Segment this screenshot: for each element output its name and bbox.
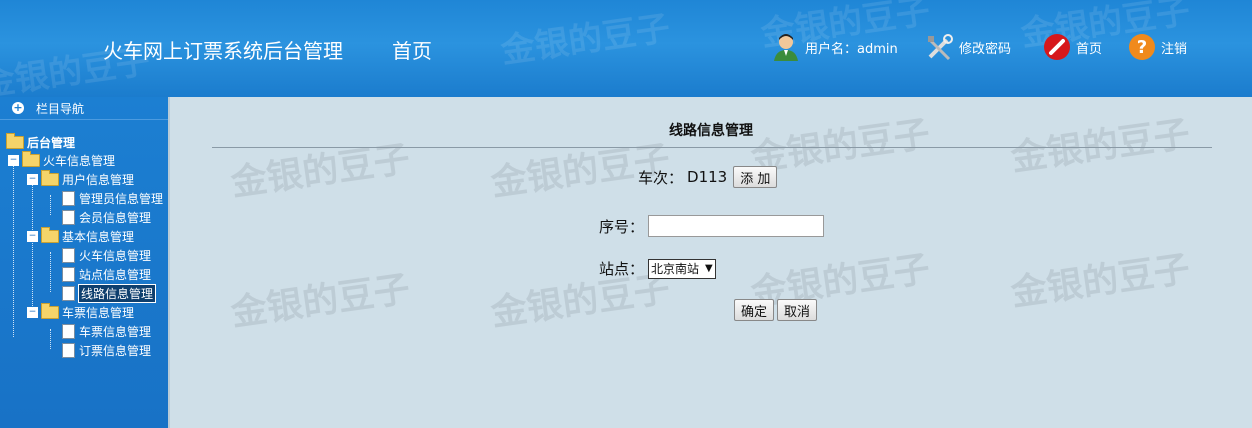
help-icon: ? — [1127, 32, 1157, 62]
add-button[interactable]: 添 加 — [733, 166, 778, 188]
home-button[interactable]: 首页 — [1042, 30, 1102, 64]
page-icon — [62, 323, 75, 339]
watermark: 金银的豆子 — [228, 268, 413, 335]
train-row: 车次： D113 添 加 — [638, 166, 778, 188]
collapse-icon: − — [27, 230, 38, 242]
plus-icon: + — [12, 101, 24, 114]
form-actions: 确定 取消 — [734, 299, 818, 321]
change-password-link[interactable]: 修改密码 — [925, 30, 1011, 64]
train-value: D113 — [687, 168, 728, 186]
tree-leaf-booking-info[interactable]: 订票信息管理 — [62, 341, 151, 359]
station-row: 站点： 北京南站 ▼ — [599, 258, 716, 279]
header: 金银的豆子 金银的豆子 金银的豆子 金银的豆子 火车网上订票系统后台管理 首页 … — [0, 0, 1252, 97]
user-info: 用户名：admin — [771, 30, 898, 64]
tree-leaf-train-info[interactable]: 火车信息管理 — [62, 246, 151, 264]
tree-node-user-info[interactable]: − 用户信息管理 — [27, 169, 134, 188]
folder-icon — [41, 302, 59, 319]
nav-home-link[interactable]: 首页 — [392, 35, 432, 64]
user-avatar-icon — [771, 32, 801, 62]
folder-icon — [41, 169, 59, 186]
tree-leaf-station-info[interactable]: 站点信息管理 — [62, 265, 151, 283]
tree-leaf-member-info[interactable]: 会员信息管理 — [62, 208, 151, 226]
watermark: 金银的豆子 — [1008, 248, 1193, 315]
svg-text:?: ? — [1137, 37, 1147, 58]
page-icon — [62, 190, 75, 206]
page-icon — [62, 247, 75, 263]
train-label: 车次： — [638, 168, 684, 187]
tree-root[interactable]: 后台管理 — [6, 132, 75, 151]
folder-icon — [41, 226, 59, 243]
page-title: 线路信息管理 — [669, 123, 753, 139]
collapse-icon: − — [27, 173, 38, 185]
cancel-button[interactable]: 取消 — [777, 299, 818, 321]
chevron-down-icon: ▼ — [705, 263, 713, 274]
tree-leaf-route-info[interactable]: 线路信息管理 — [62, 283, 157, 303]
app-title: 火车网上订票系统后台管理 — [103, 39, 343, 63]
sidebar-title: 栏目导航 — [36, 101, 85, 116]
station-selected-value: 北京南站 — [651, 262, 700, 276]
seq-input[interactable] — [648, 215, 825, 237]
page-icon — [62, 342, 75, 358]
confirm-button[interactable]: 确定 — [734, 299, 775, 321]
watermark: 金银的豆子 — [498, 8, 673, 72]
title-divider — [212, 147, 1212, 148]
seq-label: 序号： — [599, 217, 645, 236]
tools-icon — [925, 32, 955, 62]
collapse-icon: − — [27, 306, 38, 318]
station-select[interactable]: 北京南站 ▼ — [648, 258, 716, 279]
page-icon — [62, 285, 75, 301]
sidebar: + 栏目导航 后台管理 − 火车信息管理 − 用户信息管理 管理员信息管理 会员… — [0, 97, 170, 428]
home-button-label: 首页 — [1076, 41, 1103, 57]
tree-node-train-info[interactable]: − 火车信息管理 — [8, 150, 115, 169]
main-content: 金银的豆子 金银的豆子 金银的豆子 金银的豆子 金银的豆子 金银的豆子 金银的豆… — [170, 97, 1252, 428]
tree-node-ticket-info[interactable]: − 车票信息管理 — [27, 302, 134, 321]
change-password-label: 修改密码 — [959, 41, 1012, 57]
tree-node-basic-info[interactable]: − 基本信息管理 — [27, 226, 134, 245]
no-entry-icon — [1042, 32, 1072, 62]
collapse-icon: − — [8, 154, 19, 166]
sidebar-header: + 栏目导航 — [0, 97, 168, 120]
logout-label: 注销 — [1161, 41, 1188, 57]
station-label: 站点： — [599, 260, 645, 278]
tree-leaf-ticket-info[interactable]: 车票信息管理 — [62, 322, 151, 340]
page-icon — [62, 209, 75, 225]
username-label: 用户名：admin — [805, 41, 898, 57]
page-icon — [62, 266, 75, 282]
tree-leaf-admin-info[interactable]: 管理员信息管理 — [62, 189, 163, 207]
seq-row: 序号： — [599, 215, 825, 237]
folder-icon — [6, 132, 24, 149]
logout-link[interactable]: ? 注销 — [1127, 30, 1187, 64]
watermark: 金银的豆子 — [228, 138, 413, 205]
folder-icon — [22, 150, 40, 167]
watermark: 金银的豆子 — [1008, 113, 1193, 180]
